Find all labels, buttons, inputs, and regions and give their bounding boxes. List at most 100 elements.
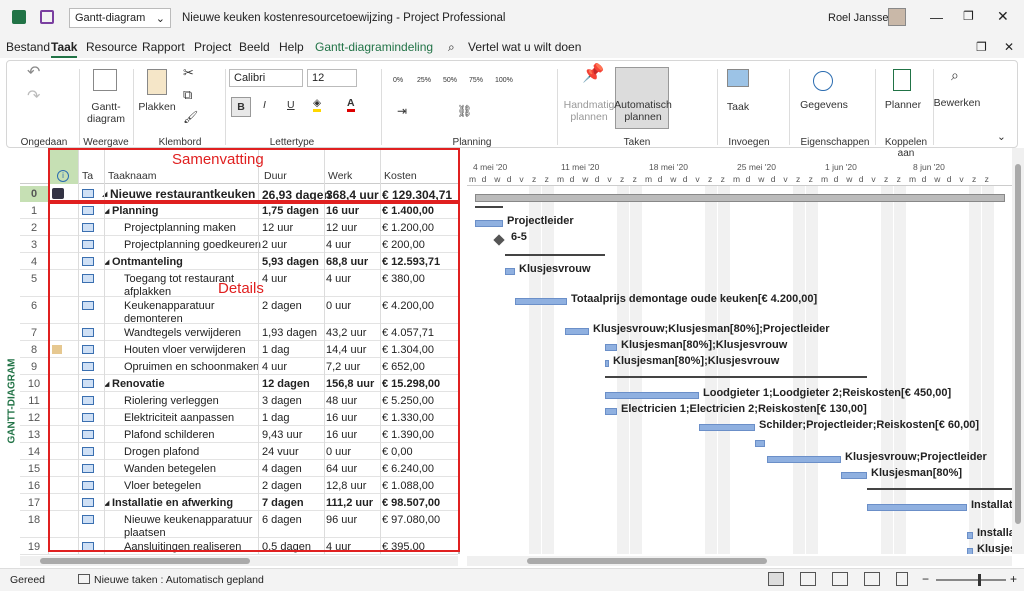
manual-schedule-icon[interactable]: 📌 xyxy=(582,64,604,82)
tell-me-input[interactable]: Vertel wat u wilt doen xyxy=(468,40,581,54)
day-label: w xyxy=(494,174,501,184)
user-name[interactable]: Roel Janssen xyxy=(828,12,895,24)
restore-ribbon-icon[interactable]: ❐ xyxy=(976,40,987,54)
edit-button[interactable]: Bewerken xyxy=(933,97,981,109)
font-color-icon[interactable]: A xyxy=(347,97,355,112)
insert-task-button[interactable]: Taak xyxy=(725,101,751,113)
task-bar[interactable] xyxy=(505,268,515,275)
row-id: 1 xyxy=(30,205,38,217)
task-bar[interactable] xyxy=(605,360,609,367)
task-bar[interactable] xyxy=(967,532,973,539)
zoom-thumb[interactable] xyxy=(978,574,981,586)
day-label: v xyxy=(783,174,788,184)
day-label: z xyxy=(544,174,549,184)
grid-scrollbar[interactable] xyxy=(20,556,458,566)
copy-icon[interactable]: ⧉ xyxy=(183,88,192,101)
information-button[interactable]: Gegevens xyxy=(799,99,849,111)
task-bar[interactable] xyxy=(605,408,617,415)
close-icon[interactable]: ✕ xyxy=(997,8,1009,25)
tab-beeld[interactable]: Beeld xyxy=(239,40,270,54)
percent-25-button[interactable]: 25% xyxy=(417,75,431,87)
title-bar: Gantt-diagram ⌄ Nieuwe keuken kostenresou… xyxy=(0,0,1024,36)
collapse-ribbon-icon[interactable]: ⌄ xyxy=(997,131,1006,143)
weekend-shading xyxy=(881,186,893,554)
underline-button[interactable]: U xyxy=(287,99,295,111)
chevron-down-icon: ⌄ xyxy=(155,13,165,25)
task-bar[interactable] xyxy=(605,392,699,399)
zoom-out-icon[interactable]: − xyxy=(922,572,929,586)
tab-bestand[interactable]: Bestand xyxy=(6,40,50,54)
zoom-in-icon[interactable]: + xyxy=(1010,572,1017,586)
vertical-scrollbar[interactable] xyxy=(1012,148,1024,554)
resource-sheet-shortcut-icon[interactable] xyxy=(864,572,880,586)
format-painter-icon[interactable]: 🖌 xyxy=(183,111,198,123)
bar-label: Schilder;Projectleider;Reiskosten[€ 60,0… xyxy=(759,419,980,431)
undo-icon[interactable]: ↶ xyxy=(27,65,40,81)
gantt-view-shortcut-icon[interactable] xyxy=(768,572,784,586)
link-icon[interactable]: ⛓ xyxy=(457,105,472,117)
task-bar[interactable] xyxy=(967,548,973,554)
status-newtasks[interactable]: Nieuwe taken : Automatisch gepland xyxy=(94,574,264,586)
tab-resource[interactable]: Resource xyxy=(86,40,137,54)
task-bar[interactable] xyxy=(867,504,967,511)
week-label: 8 jun '20 xyxy=(913,162,945,172)
tab-gantt-indeling[interactable]: Gantt-diagramindeling xyxy=(315,40,433,54)
font-size-select[interactable]: 12 xyxy=(307,69,357,87)
summary-bar[interactable] xyxy=(605,376,867,378)
row-id: 15 xyxy=(27,463,41,475)
gantt-chart[interactable]: 4 mei '20 m d w d v z z 11 mei '20 m d w d v z z 18 mei … xyxy=(467,148,1012,554)
tab-rapport[interactable]: Rapport xyxy=(142,40,185,54)
day-label: z xyxy=(632,174,637,184)
paste-button[interactable]: Plakken xyxy=(137,101,177,113)
planner-button[interactable]: Planner xyxy=(883,99,923,111)
team-planner-shortcut-icon[interactable] xyxy=(832,572,848,586)
day-label: z xyxy=(808,174,813,184)
manual-schedule-button[interactable]: Handmatig plannen xyxy=(563,99,615,123)
percent-50-button[interactable]: 50% xyxy=(443,75,457,87)
tab-help[interactable]: Help xyxy=(279,40,304,54)
week-label: 18 mei '20 xyxy=(649,162,688,172)
cut-icon[interactable]: ✂ xyxy=(183,66,194,79)
tab-taak[interactable]: Taak xyxy=(51,40,78,58)
task-bar[interactable] xyxy=(767,456,841,463)
day-label: m xyxy=(821,174,829,184)
minimize-icon[interactable]: — xyxy=(930,10,943,25)
weekend-shading xyxy=(705,186,717,554)
font-select[interactable]: Calibri xyxy=(229,69,303,87)
milestone-diamond[interactable] xyxy=(493,234,505,246)
task-bar[interactable] xyxy=(565,328,589,335)
day-label: w xyxy=(846,174,853,184)
save-icon[interactable] xyxy=(40,10,54,24)
highlight-icon[interactable]: ◈ xyxy=(313,97,322,112)
restore-icon[interactable]: ❐ xyxy=(963,9,974,23)
task-bar[interactable] xyxy=(515,298,567,305)
zoom-slider[interactable] xyxy=(936,579,1006,581)
summary-bar[interactable] xyxy=(867,488,1012,490)
menu-bar: Bestand Taak Resource Rapport Project Be… xyxy=(0,36,1024,58)
report-shortcut-icon[interactable] xyxy=(896,572,908,586)
italic-button[interactable]: I xyxy=(263,99,266,111)
bold-button[interactable]: B xyxy=(231,97,251,117)
task-usage-shortcut-icon[interactable] xyxy=(800,572,816,586)
task-bar[interactable] xyxy=(475,220,503,227)
indent-icon[interactable]: ⇥ xyxy=(397,105,407,117)
task-bar[interactable] xyxy=(605,344,617,351)
avatar[interactable] xyxy=(888,8,906,26)
percent-75-button[interactable]: 75% xyxy=(469,75,483,87)
summary-bar[interactable] xyxy=(505,254,605,256)
task-bar[interactable] xyxy=(699,424,755,431)
redo-icon[interactable]: ↷ xyxy=(27,89,40,105)
row-id: 10 xyxy=(27,378,41,390)
day-label: z xyxy=(972,174,977,184)
gantt-scrollbar[interactable] xyxy=(467,556,1012,566)
task-bar[interactable] xyxy=(841,472,867,479)
percent-0-button[interactable]: 0% xyxy=(393,75,403,87)
close-ribbon-icon[interactable]: ✕ xyxy=(1004,40,1014,54)
tab-project[interactable]: Project xyxy=(194,40,231,54)
percent-100-button[interactable]: 100% xyxy=(495,75,513,87)
task-bar[interactable] xyxy=(755,440,765,447)
view-select[interactable]: Gantt-diagram ⌄ xyxy=(69,8,171,28)
gantt-view-button[interactable]: Gantt-diagram xyxy=(83,101,129,125)
summary-bar[interactable] xyxy=(475,194,1005,202)
summary-bar[interactable] xyxy=(475,206,503,208)
